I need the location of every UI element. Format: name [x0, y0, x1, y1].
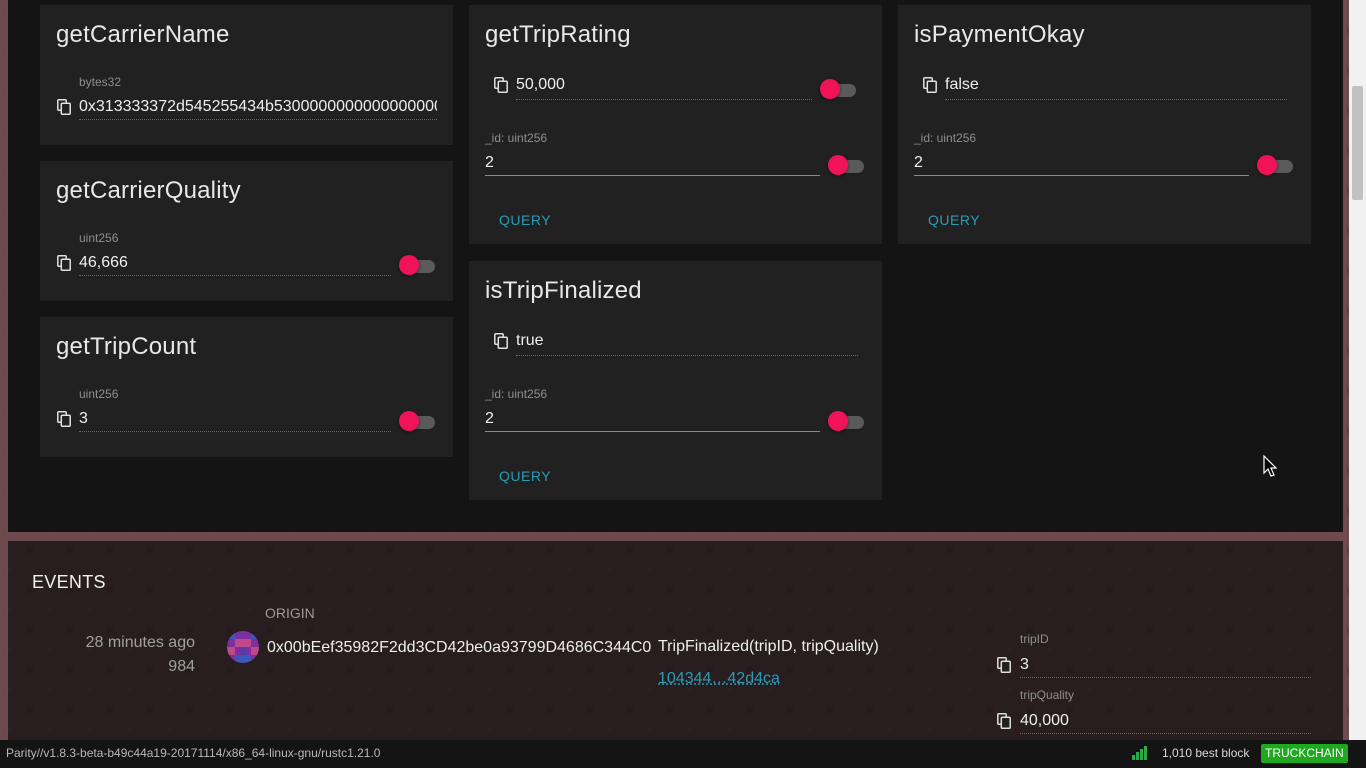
param-toggle[interactable]: [828, 411, 868, 431]
card-get-trip-count: getTripCount uint256 3: [40, 317, 453, 457]
param-label: _id: uint256: [914, 131, 977, 145]
card-title: getTripRating: [485, 21, 631, 48]
field-underline: [516, 99, 812, 100]
copy-icon[interactable]: [494, 333, 508, 349]
field-type-label: bytes32: [79, 75, 122, 89]
field-underline: [79, 119, 437, 120]
copy-icon[interactable]: [494, 77, 508, 93]
card-title: getCarrierQuality: [56, 177, 241, 204]
card-is-payment-okay: isPaymentOkay false _id: uint256 2 QUERY: [898, 5, 1311, 244]
payment-okay-value: false: [945, 76, 979, 93]
event-signature: TripFinalized(tripID, tripQuality): [658, 638, 879, 655]
trip-finalized-value: true: [516, 332, 544, 349]
card-title: getCarrierName: [56, 21, 230, 48]
param-input[interactable]: 2: [485, 410, 805, 428]
field-underline: [79, 431, 391, 432]
format-toggle[interactable]: [820, 79, 860, 99]
copy-icon[interactable]: [57, 99, 71, 115]
mouse-cursor-icon: [1263, 455, 1277, 477]
events-title: EVENTS: [32, 572, 106, 592]
field-underline: [79, 275, 391, 276]
field-underline: [516, 355, 858, 356]
event-block: 984: [168, 658, 195, 675]
trip-count-value: 3: [79, 410, 88, 427]
contract-queries-panel: getCarrierName bytes32 0x313333372d54525…: [8, 0, 1343, 532]
event-origin-address[interactable]: 0x00bEef35982F2dd3CD42be0a93799D4686C344…: [267, 639, 651, 657]
signal-strength-icon: [1132, 746, 1147, 760]
param-label: _id: uint256: [485, 387, 548, 401]
chain-badge[interactable]: TRUCKCHAIN: [1261, 744, 1348, 763]
event-time: 28 minutes ago: [85, 634, 195, 651]
card-get-carrier-name: getCarrierName bytes32 0x313333372d54525…: [40, 5, 453, 145]
trip-rating-value: 50,000: [516, 76, 565, 93]
query-button[interactable]: QUERY: [499, 468, 551, 484]
field-underline: [945, 99, 1287, 100]
format-toggle[interactable]: [399, 255, 439, 275]
query-button[interactable]: QUERY: [928, 212, 980, 228]
best-block: 1,010 best block: [1162, 746, 1250, 760]
event-tx-hash-link[interactable]: 104344…42d4ca: [658, 670, 780, 688]
event-param-label: tripID: [1020, 632, 1049, 646]
event-param-value: 3: [1020, 656, 1029, 673]
client-version: Parity//v1.8.3-beta-b49c44a19-20171114/x…: [6, 746, 381, 760]
field-type-label: uint256: [79, 231, 119, 245]
copy-icon[interactable]: [997, 713, 1011, 729]
param-input[interactable]: 2: [914, 154, 1234, 172]
status-bar: Parity//v1.8.3-beta-b49c44a19-20171114/x…: [0, 740, 1366, 768]
card-title: getTripCount: [56, 333, 197, 360]
input-underline: [485, 175, 820, 176]
scrollbar[interactable]: [1349, 0, 1366, 740]
event-param-label: tripQuality: [1020, 688, 1075, 702]
input-underline: [914, 175, 1249, 176]
field-type-label: uint256: [79, 387, 119, 401]
card-get-carrier-quality: getCarrierQuality uint256 46,666: [40, 161, 453, 301]
carrier-quality-value: 46,666: [79, 254, 128, 271]
format-toggle[interactable]: [399, 411, 439, 431]
card-get-trip-rating: getTripRating 50,000 _id: uint256 2 QUER…: [469, 5, 882, 244]
carrier-name-value: 0x313333372d545255434b530000000000000000…: [79, 98, 437, 115]
copy-icon[interactable]: [57, 255, 71, 271]
copy-icon[interactable]: [923, 77, 937, 93]
param-toggle[interactable]: [828, 155, 868, 175]
query-button[interactable]: QUERY: [499, 212, 551, 228]
origin-column-header: ORIGIN: [265, 605, 315, 621]
param-input[interactable]: 2: [485, 154, 805, 172]
event-row: 28 minutes ago 984 0x00bEef35982F2dd3CD4…: [8, 629, 1343, 739]
event-param-value: 40,000: [1020, 712, 1069, 729]
copy-icon[interactable]: [997, 657, 1011, 673]
input-underline: [485, 431, 820, 432]
field-underline: [1020, 733, 1311, 734]
copy-icon[interactable]: [57, 411, 71, 427]
param-label: _id: uint256: [485, 131, 548, 145]
card-title: isTripFinalized: [485, 277, 642, 304]
scrollbar-thumb[interactable]: [1352, 86, 1363, 200]
param-toggle[interactable]: [1257, 155, 1297, 175]
card-is-trip-finalized: isTripFinalized true _id: uint256 2 QUER…: [469, 261, 882, 500]
card-title: isPaymentOkay: [914, 21, 1085, 48]
events-panel: EVENTS ORIGIN 28 minutes ago 984 0x00bEe…: [8, 541, 1343, 740]
field-underline: [1020, 677, 1311, 678]
identity-avatar-icon: [227, 631, 259, 663]
